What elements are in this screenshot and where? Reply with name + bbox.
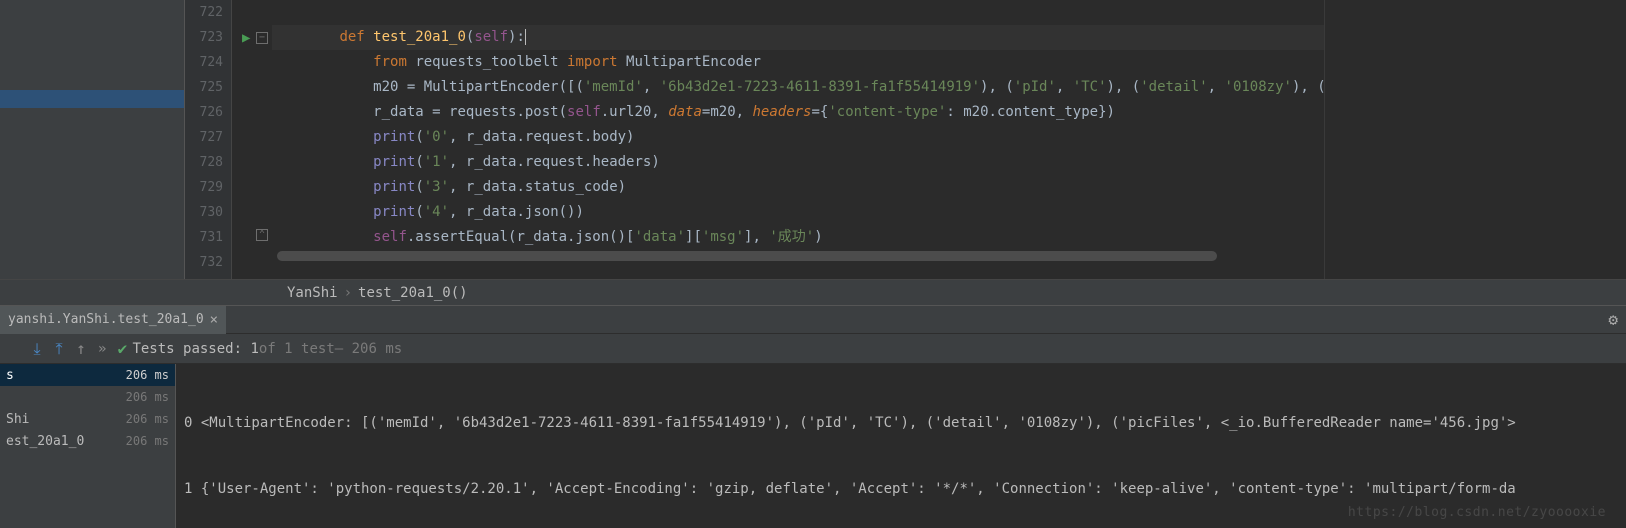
line-number[interactable]: 724: [185, 50, 231, 75]
previous-failed-icon[interactable]: ↑: [70, 339, 92, 358]
line-number[interactable]: 728: [185, 150, 231, 175]
test-tree[interactable]: s 206 ms 206 ms Shi 206 ms est_20a1_0 20…: [0, 364, 176, 528]
test-tree-root[interactable]: s 206 ms: [0, 364, 175, 386]
console-line: 0 <MultipartEncoder: [('memId', '6b43d2e…: [184, 412, 1618, 434]
project-tool-window[interactable]: [0, 0, 185, 279]
editor-area: 722 723 724 725 726 727 728 729 730 731 …: [0, 0, 1626, 280]
test-results-toolbar: ⤓ ⤒ ↑ » ✔ Tests passed: 1 of 1 test – 20…: [0, 334, 1626, 364]
line-number[interactable]: 731: [185, 225, 231, 250]
error-stripe[interactable]: [1324, 0, 1626, 279]
editor-horizontal-scrollbar[interactable]: [272, 250, 1324, 262]
run-tool-tab-bar: yanshi.YanShi.test_20a1_0 × ⚙: [0, 306, 1626, 334]
more-actions-icon[interactable]: »: [98, 341, 106, 357]
tree-node-time: 206 ms: [126, 390, 169, 404]
code-editor[interactable]: def test_20a1_0(self): from requests_too…: [272, 0, 1324, 279]
line-number[interactable]: 732: [185, 250, 231, 275]
line-number[interactable]: 722: [185, 0, 231, 25]
run-test-icon[interactable]: ▶: [242, 30, 250, 46]
project-selected-row[interactable]: [0, 90, 184, 108]
fold-end-icon[interactable]: ⌃: [256, 229, 268, 241]
line-number[interactable]: 723: [185, 25, 231, 50]
chevron-right-icon: ›: [344, 285, 352, 301]
test-tree-node[interactable]: 206 ms: [0, 386, 175, 408]
tree-node-time: 206 ms: [126, 368, 169, 382]
tree-node-label: Shi: [6, 412, 29, 427]
tree-node-time: 206 ms: [126, 434, 169, 448]
caret-icon: [525, 29, 526, 45]
tests-time-label: – 206 ms: [335, 341, 402, 357]
collapse-all-icon[interactable]: ⤒: [48, 339, 70, 359]
line-number[interactable]: 725: [185, 75, 231, 100]
gear-icon[interactable]: ⚙: [1608, 310, 1618, 329]
tree-node-label: s: [6, 368, 14, 383]
breadcrumb[interactable]: YanShi › test_20a1_0(): [0, 280, 1626, 306]
line-number[interactable]: 729: [185, 175, 231, 200]
line-number[interactable]: 726: [185, 100, 231, 125]
close-icon[interactable]: ×: [210, 312, 218, 328]
tests-total-label: of 1 test: [259, 341, 335, 357]
test-results-panel: s 206 ms 206 ms Shi 206 ms est_20a1_0 20…: [0, 364, 1626, 528]
line-number[interactable]: 727: [185, 125, 231, 150]
fold-minus-icon[interactable]: −: [256, 32, 268, 44]
line-number-gutter[interactable]: 722 723 724 725 726 727 728 729 730 731 …: [185, 0, 232, 279]
test-tree-node[interactable]: est_20a1_0 206 ms: [0, 430, 175, 452]
tree-node-time: 206 ms: [126, 412, 169, 426]
console-output[interactable]: 0 <MultipartEncoder: [('memId', '6b43d2e…: [176, 364, 1626, 528]
gutter-markers: ▶ − ⌃: [232, 0, 272, 279]
watermark-text: https://blog.csdn.net/zyooooxie: [1348, 502, 1606, 524]
breadcrumb-class[interactable]: YanShi: [287, 285, 338, 301]
tests-passed-label: Tests passed: 1: [132, 341, 258, 357]
test-tree-node[interactable]: Shi 206 ms: [0, 408, 175, 430]
expand-all-icon[interactable]: ⤓: [26, 339, 48, 359]
breadcrumb-method[interactable]: test_20a1_0(): [358, 285, 468, 301]
tree-node-label: est_20a1_0: [6, 434, 84, 449]
ide-root: 722 723 724 725 726 727 728 729 730 731 …: [0, 0, 1626, 528]
console-line: 1 {'User-Agent': 'python-requests/2.20.1…: [184, 478, 1618, 500]
line-number[interactable]: 730: [185, 200, 231, 225]
tests-passed-icon: ✔: [112, 339, 132, 358]
run-config-tab[interactable]: yanshi.YanShi.test_20a1_0 ×: [0, 306, 226, 334]
run-config-label: yanshi.YanShi.test_20a1_0: [8, 312, 204, 327]
